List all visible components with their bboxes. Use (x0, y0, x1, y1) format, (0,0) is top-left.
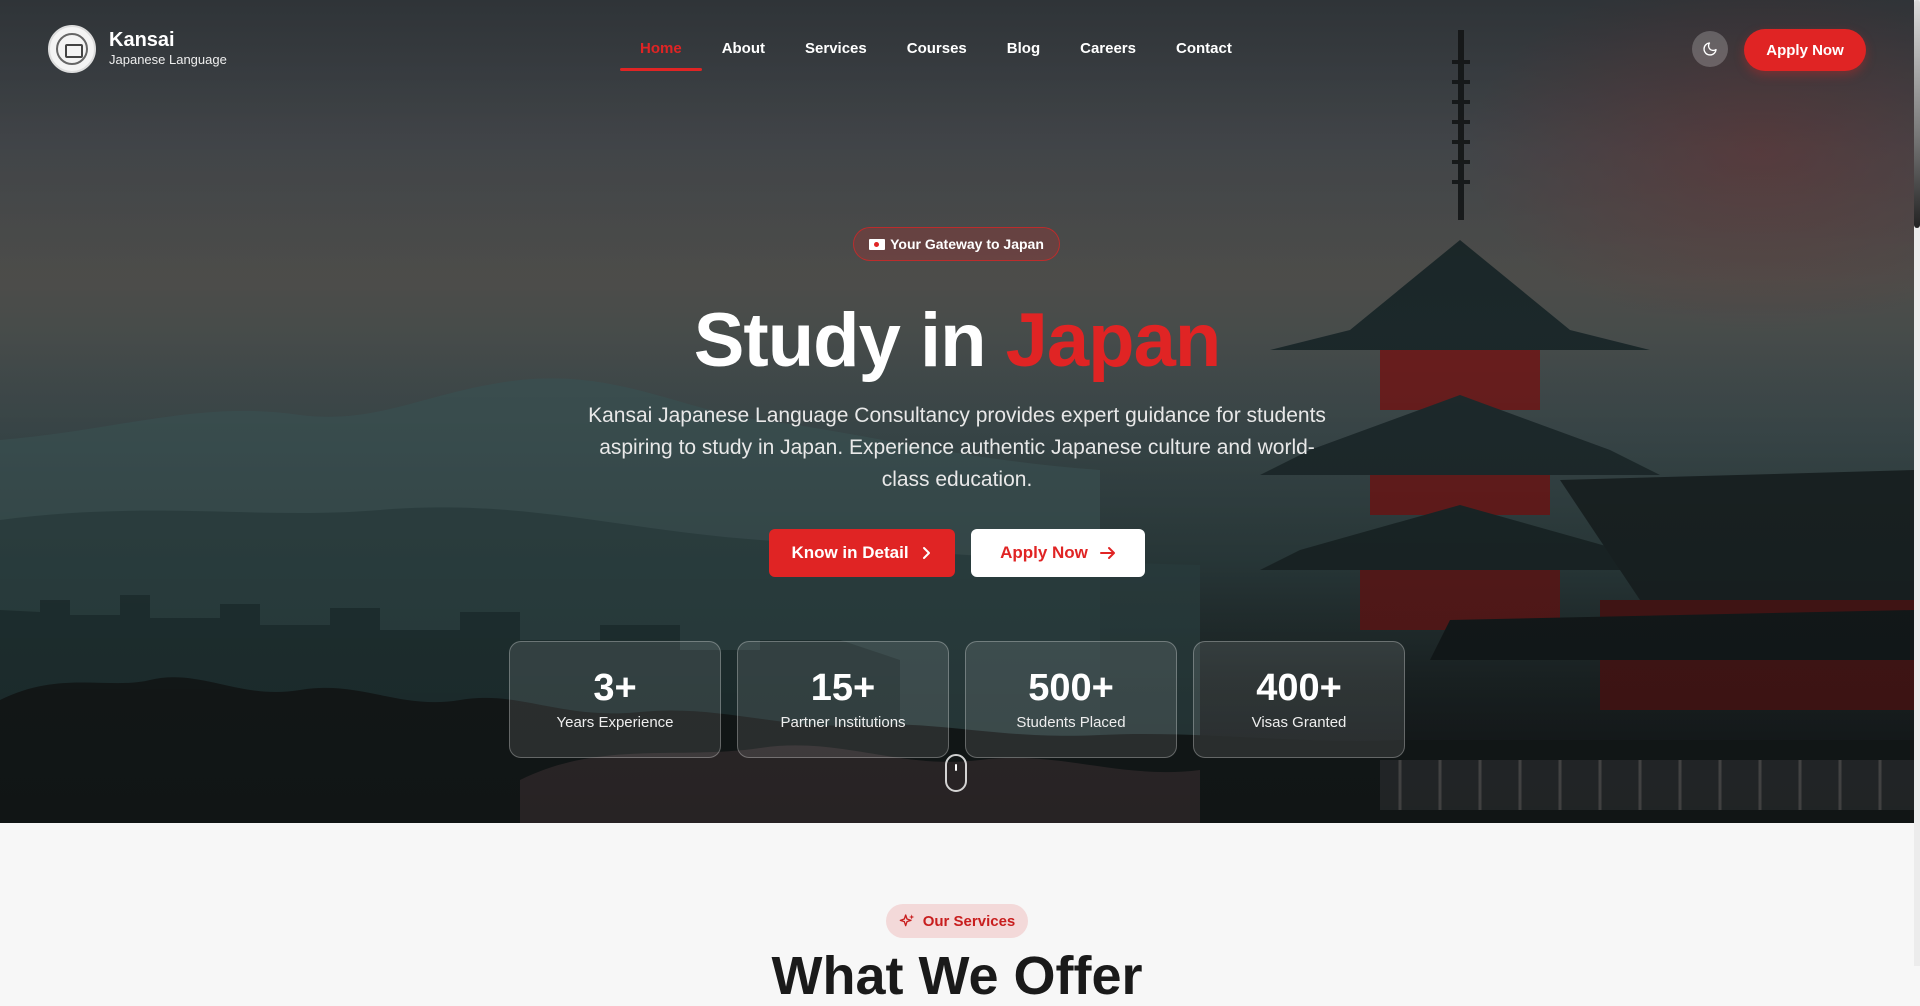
services-badge: Our Services (886, 904, 1028, 938)
hero-apply-now-button[interactable]: Apply Now (971, 529, 1145, 577)
stat-value: 15+ (810, 667, 876, 709)
main-menu: Home About Services Courses Blog Careers… (620, 28, 1252, 71)
stat-card-partners: 15+ Partner Institutions (737, 641, 949, 758)
hero-section: Kansai Japanese Language Home About Serv… (0, 0, 1914, 823)
nav-careers[interactable]: Careers (1060, 28, 1156, 71)
stat-value: 500+ (1028, 667, 1114, 709)
scrollbar-thumb[interactable] (1914, 0, 1920, 228)
nav-about[interactable]: About (702, 28, 785, 71)
nav-courses[interactable]: Courses (887, 28, 987, 71)
know-in-detail-label: Know in Detail (791, 543, 909, 562)
nav-blog[interactable]: Blog (987, 28, 1060, 71)
nav-apply-now-button[interactable]: Apply Now (1744, 29, 1866, 71)
stat-label: Years Experience (556, 714, 674, 731)
services-badge-text: Our Services (922, 912, 1016, 930)
navbar: Kansai Japanese Language Home About Serv… (0, 0, 1914, 100)
sparkles-icon (899, 914, 915, 927)
stat-card-visas: 400+ Visas Granted (1193, 641, 1405, 758)
hero-title-main: Study in (693, 298, 1006, 383)
nav-contact[interactable]: Contact (1156, 28, 1252, 71)
hero-badge-text: Your Gateway to Japan (890, 236, 1044, 252)
page-scrollbar[interactable] (1914, 0, 1920, 966)
stat-label: Partner Institutions (780, 714, 906, 731)
hero-apply-now-label: Apply Now (1000, 543, 1088, 562)
services-title: What We Offer (771, 946, 1143, 1006)
nav-home[interactable]: Home (620, 28, 702, 71)
stat-card-years: 3+ Years Experience (509, 641, 721, 758)
stat-label: Visas Granted (1251, 714, 1347, 731)
stat-value: 400+ (1256, 667, 1342, 709)
hero-title-accent: Japan (1005, 298, 1222, 383)
hero-description: Kansai Japanese Language Consultancy pro… (588, 404, 1326, 491)
stat-label: Students Placed (1016, 714, 1126, 731)
scroll-down-indicator[interactable] (945, 754, 967, 792)
stat-value: 3+ (593, 667, 637, 709)
theme-toggle-button[interactable] (1692, 31, 1728, 67)
brand-logo-link[interactable]: Kansai Japanese Language (48, 25, 227, 73)
chevron-right-icon (922, 547, 930, 559)
japan-flag-icon (869, 238, 886, 250)
logo-emblem (48, 25, 96, 73)
hero-title: Study in Japan (0, 296, 1914, 386)
brand-name: Kansai (109, 29, 175, 51)
hero-badge: Your Gateway to Japan (853, 227, 1060, 261)
arrow-right-icon (1099, 547, 1115, 559)
stat-card-students: 500+ Students Placed (965, 641, 1177, 758)
moon-icon (1703, 42, 1717, 56)
brand-subtitle: Japanese Language (109, 52, 227, 67)
know-in-detail-button[interactable]: Know in Detail (769, 529, 955, 577)
brand-text: Kansai Japanese Language (109, 29, 227, 69)
nav-services[interactable]: Services (785, 28, 887, 71)
